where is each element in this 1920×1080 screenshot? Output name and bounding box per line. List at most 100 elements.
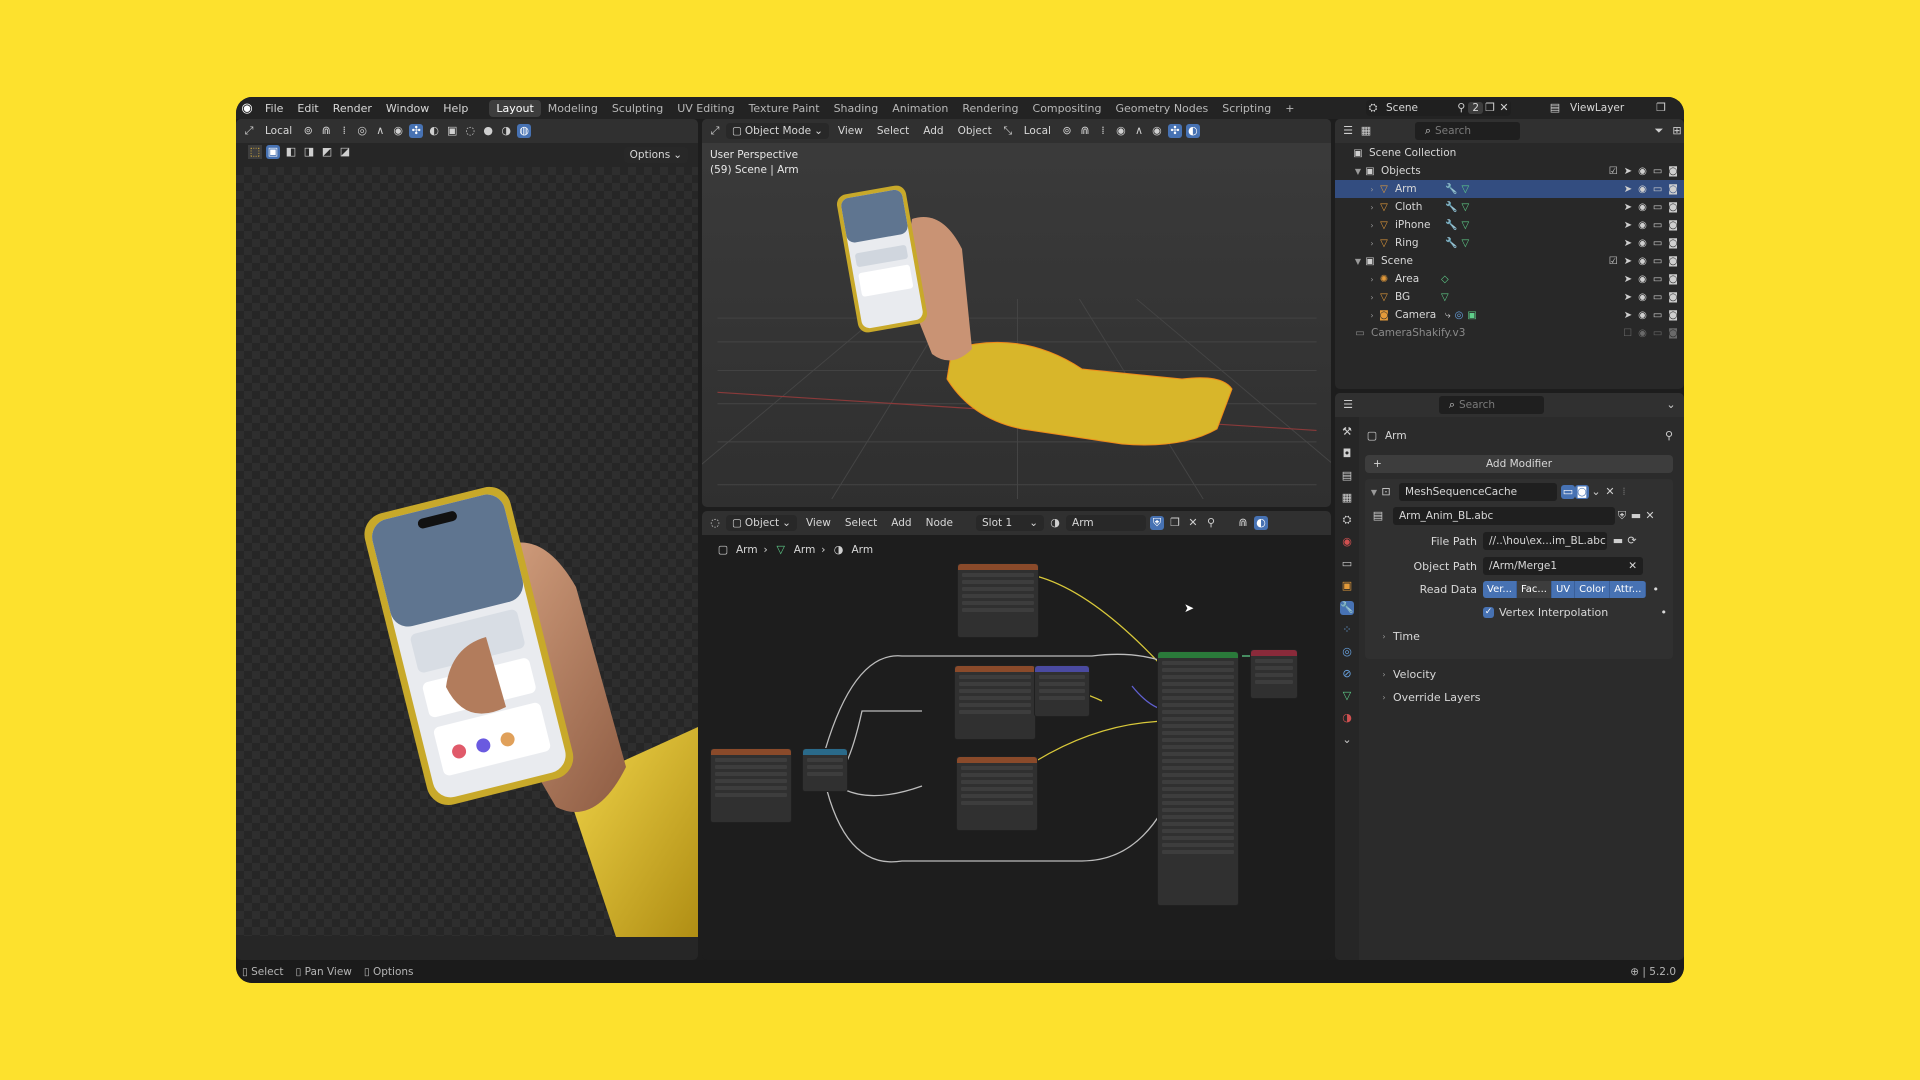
folder-icon[interactable]: ▬ <box>1611 534 1625 548</box>
copy-icon[interactable]: ❐ <box>1483 101 1497 115</box>
clear-icon[interactable]: ✕ <box>1628 560 1637 572</box>
expand-arrow-icon[interactable]: › <box>1367 203 1377 212</box>
camera-icon[interactable]: ◙ <box>1668 274 1678 285</box>
outliner-row-arm[interactable]: › ▽ Arm 🔧 ▽ ➤ ◉ ▭ ◙ <box>1335 180 1684 198</box>
monitor-icon[interactable]: ▭ <box>1653 310 1662 321</box>
tool-tab-icon[interactable]: ⚒ <box>1340 425 1354 439</box>
particles-tab-icon[interactable]: ⁘ <box>1340 623 1354 637</box>
monitor-icon[interactable]: ▭ <box>1653 256 1662 267</box>
wrench-icon[interactable]: 🔧 <box>1445 238 1457 249</box>
collection-tab-icon[interactable]: ▭ <box>1340 557 1354 571</box>
wrench-icon[interactable]: 🔧 <box>1445 202 1457 213</box>
camera-icon[interactable]: ◙ <box>1668 256 1678 267</box>
tab-sculpting[interactable]: Sculpting <box>605 102 670 115</box>
monitor-icon[interactable]: ▭ <box>1653 202 1662 213</box>
vertex-interp-checkbox[interactable]: ✓ <box>1483 606 1494 618</box>
modifier-tab-icon[interactable]: 🔧 <box>1340 601 1354 615</box>
expand-arrow-icon[interactable]: ▼ <box>1353 167 1363 176</box>
object-path-field[interactable]: /Arm/Merge1 ✕ <box>1483 557 1643 575</box>
material-output-node[interactable] <box>1250 649 1298 699</box>
select-new-icon[interactable]: ▣ <box>266 145 280 159</box>
editor-3d-icon[interactable]: ⤢ <box>708 124 722 138</box>
data-tab-icon[interactable]: ▽ <box>1340 689 1354 703</box>
image-texture-node[interactable] <box>710 748 792 823</box>
tab-geometry-nodes[interactable]: Geometry Nodes <box>1108 102 1215 115</box>
gizmo-icon[interactable]: ✣ <box>1167 124 1182 138</box>
collapse-arrow-icon[interactable]: ▼ <box>1369 488 1379 497</box>
modifier-name-field[interactable]: MeshSequenceCache <box>1399 483 1557 501</box>
normal-map-node[interactable] <box>1034 665 1090 717</box>
tab-rendering[interactable]: Rendering <box>955 102 1025 115</box>
reload-icon[interactable]: ⟳ <box>1625 534 1639 548</box>
shading-material-icon[interactable]: ◑ <box>499 124 513 138</box>
outliner-row-cloth[interactable]: › ▽ Cloth 🔧 ▽ ➤ ◉ ▭ ◙ <box>1335 198 1684 216</box>
shader-node-editor[interactable]: ◌ ▢ Object ⌄ View Select Add Node Slot 1… <box>702 511 1331 960</box>
menu-render[interactable]: Render <box>326 102 379 115</box>
section-time[interactable]: › Time <box>1379 627 1420 645</box>
eye-icon[interactable]: ◉ <box>1638 238 1647 249</box>
monitor-icon[interactable]: ▭ <box>1653 328 1662 339</box>
monitor-icon[interactable]: ▭ <box>1653 292 1662 303</box>
outliner-row-area[interactable]: › ✺ Area ◇ ➤ ◉ ▭ ◙ <box>1335 270 1684 288</box>
3d-viewport[interactable]: ⤢ ▢ Object Mode ⌄ View Select Add Object… <box>702 119 1331 507</box>
menu-window[interactable]: Window <box>379 102 436 115</box>
tab-uv-editing[interactable]: UV Editing <box>670 102 741 115</box>
expand-arrow-icon[interactable]: › <box>1367 239 1377 248</box>
monitor-icon[interactable]: ▭ <box>1653 238 1662 249</box>
eye-icon[interactable]: ◉ <box>1638 202 1647 213</box>
left-transform-label[interactable]: Local <box>260 125 297 137</box>
image-texture-node[interactable] <box>957 563 1039 638</box>
display-mode-icon[interactable]: ▦ <box>1359 124 1373 138</box>
menu-view[interactable]: View <box>833 125 868 137</box>
snap-icon[interactable]: ⋒ <box>1078 124 1092 138</box>
scene-selector[interactable]: ⛭ Scene ⚲ 2 ❐ ✕ <box>1366 100 1511 116</box>
mesh-data-icon[interactable]: ▽ <box>1461 220 1469 231</box>
material-tab-icon[interactable]: ◑ <box>1340 711 1354 725</box>
mesh-data-icon[interactable]: ▽ <box>1441 292 1449 303</box>
magnet-icon[interactable]: ⋒ <box>319 124 333 138</box>
physics-tab-icon[interactable]: ◎ <box>1340 645 1354 659</box>
read-faces-toggle[interactable]: Fac... <box>1516 580 1552 598</box>
object-tab-icon[interactable]: ▣ <box>1340 579 1354 593</box>
properties-editor[interactable]: ☰ ⌕ Search ⌄ ⚒ ◘ ▤ ▦ ⛭ ◉ ▭ ▣ 🔧 ⁘ ◎ ⊘ ▽ ◑… <box>1335 393 1684 960</box>
tab-animation[interactable]: Animation <box>885 102 955 115</box>
eye-icon[interactable]: ◉ <box>1638 292 1647 303</box>
transform-local[interactable]: Local <box>1019 125 1056 137</box>
tab-layout[interactable]: Layout <box>489 99 541 117</box>
light-data-icon[interactable]: ◇ <box>1441 274 1449 285</box>
menu-object[interactable]: Object <box>953 125 997 137</box>
mode-dropdown[interactable]: ▢ Object Mode ⌄ <box>726 123 829 139</box>
output-tab-icon[interactable]: ▤ <box>1340 469 1354 483</box>
outliner-row-objects[interactable]: ▼ ▣ Objects ☑ ➤ ◉ ▭ ◙ <box>1335 162 1684 180</box>
select-arrow-icon[interactable]: ➤ <box>1624 292 1632 303</box>
mesh-data-icon[interactable]: ▽ <box>1461 184 1469 195</box>
select-box-icon[interactable]: ⬚ <box>248 145 262 159</box>
eye-icon[interactable]: ◉ <box>1638 220 1647 231</box>
menu-file[interactable]: File <box>258 102 290 115</box>
chevron-down-icon[interactable]: ⌄ <box>1664 398 1678 412</box>
monitor-icon[interactable]: ▭ <box>1653 274 1662 285</box>
camera-data-icon[interactable]: ▣ <box>1467 310 1476 321</box>
add-modifier-button[interactable]: + Add Modifier <box>1365 455 1673 473</box>
outliner[interactable]: ☰ ▦ ⌕ Search ⏷ ⊞ ▣ Scene Collection ▼ ▣ O… <box>1335 119 1684 389</box>
image-texture-node[interactable] <box>956 756 1038 831</box>
unlink-icon[interactable]: ✕ <box>1643 509 1657 523</box>
menu-edit[interactable]: Edit <box>290 102 325 115</box>
options-dropdown[interactable]: Options ⌄ <box>623 147 688 163</box>
expand-arrow-icon[interactable]: ▼ <box>1353 257 1363 266</box>
camera-icon[interactable]: ◙ <box>1668 310 1678 321</box>
tab-shading[interactable]: Shading <box>827 102 886 115</box>
checkbox-icon[interactable]: ☑ <box>1609 256 1618 267</box>
render-tab-icon[interactable]: ◘ <box>1340 447 1354 461</box>
select-arrow-icon[interactable]: ➤ <box>1624 238 1632 249</box>
camera-icon[interactable]: ◙ <box>1668 202 1678 213</box>
monitor-icon[interactable]: ▭ <box>1653 184 1662 195</box>
select-arrow-icon[interactable]: ➤ <box>1624 256 1632 267</box>
visibility-icon[interactable]: ◉ <box>391 124 405 138</box>
outliner-row-iphone[interactable]: › ▽ iPhone 🔧 ▽ ➤ ◉ ▭ ◙ <box>1335 216 1684 234</box>
expand-arrow-icon[interactable]: › <box>1367 311 1377 320</box>
folder-icon[interactable]: ▬ <box>1629 509 1643 523</box>
left-viewport[interactable]: ⤢ Local ⊚ ⋒ ⁞ ◎ ∧ ◉ ✣ ◐ ▣ ◌ ● ◑ ◍ ⬚ ▣ ◧ … <box>236 119 698 960</box>
eye-icon[interactable]: ◉ <box>1638 274 1647 285</box>
shading-render-icon[interactable]: ◍ <box>517 124 532 138</box>
